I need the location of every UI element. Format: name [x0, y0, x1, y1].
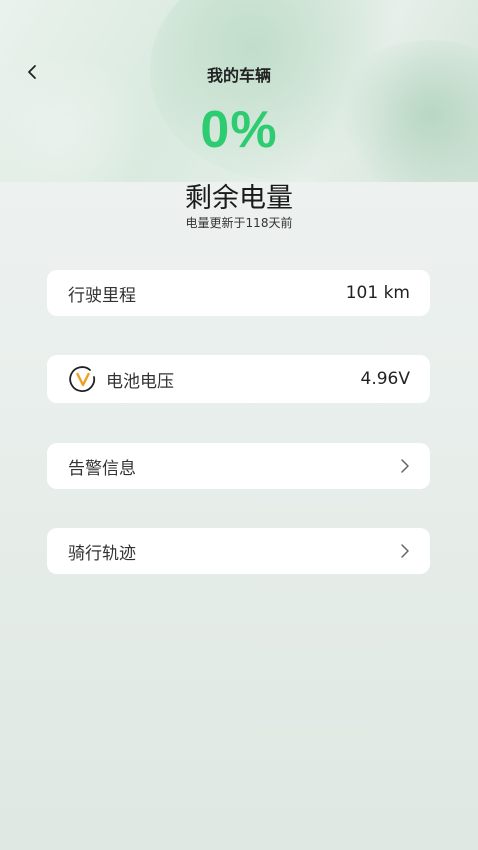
riding-track-card[interactable]: 骑行轨迹: [47, 528, 430, 574]
page-title: 我的车辆: [206, 66, 271, 85]
voltage-icon: [68, 364, 98, 394]
battery-updated-text: 电量更新于118天前: [185, 216, 293, 230]
voltage-value: 4.96V: [360, 369, 410, 389]
mileage-value: 101 km: [345, 283, 410, 303]
riding-track-label: 骑行轨迹: [68, 543, 136, 564]
voltage-card: 电池电压 4.96V: [47, 355, 430, 403]
chevron-right-icon: [400, 458, 410, 474]
alerts-card[interactable]: 告警信息: [47, 443, 430, 489]
mileage-label: 行驶里程: [68, 285, 136, 306]
chevron-right-icon: [400, 543, 410, 559]
alerts-label: 告警信息: [68, 458, 136, 479]
mileage-card: 行驶里程 101 km: [47, 270, 430, 316]
remaining-battery-label: 剩余电量: [185, 183, 293, 214]
voltage-label: 电池电压: [106, 371, 174, 392]
battery-percentage: 0%: [200, 101, 278, 159]
